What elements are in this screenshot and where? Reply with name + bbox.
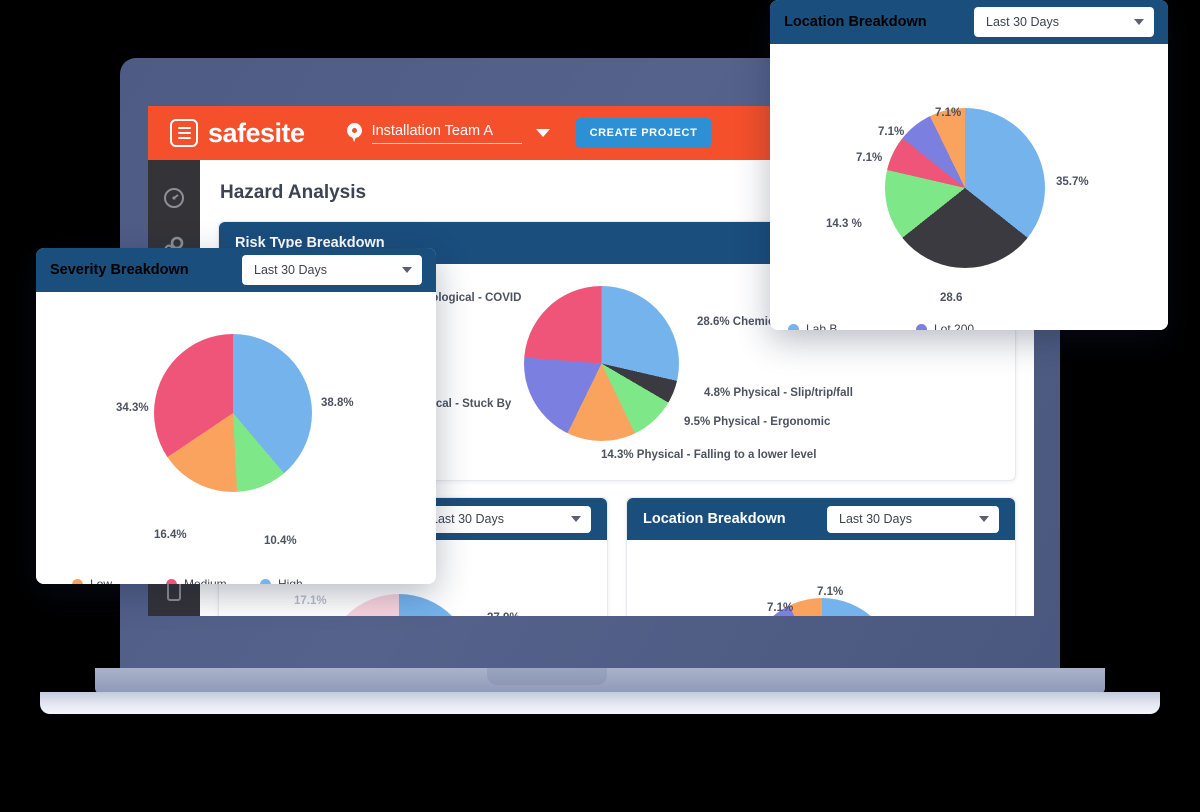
risk-label-slip: 4.8% Physical - Slip/trip/fall: [704, 387, 853, 399]
chevron-down-icon: [535, 129, 550, 137]
chevron-down-icon: [979, 516, 989, 522]
bottom-right-chart-area: 7.1% 7.1% 7.1%: [627, 540, 1015, 616]
laptop-base: [0, 668, 1200, 716]
bottom-right-card-title: Location Breakdown: [643, 511, 786, 527]
legend-dot-icon: [916, 323, 927, 330]
bottom-left-date-filter-value: Last 30 Days: [431, 512, 504, 526]
severity-breakdown-overlay-card: Severity Breakdown Last 30 Days 38.8% 10…: [36, 248, 436, 584]
severity-overlay-body: 38.8% 10.4% 16.4% 34.3% Low Medium High …: [36, 292, 436, 584]
safesite-logo-icon: [170, 119, 198, 147]
severity-overlay-date-filter-value: Last 30 Days: [254, 263, 327, 277]
location-overlay-date-filter-value: Last 30 Days: [986, 15, 1059, 29]
location-breakdown-overlay-card: Location Breakdown Last 30 Days 35.7% 28…: [770, 0, 1168, 330]
laptop-base-foot: [40, 692, 1160, 714]
legend-dot-icon: [260, 578, 271, 584]
bottom-left-pie: [324, 594, 474, 616]
legend-item-medium[interactable]: Medium: [166, 577, 256, 584]
location-overlay-title: Location Breakdown: [784, 14, 927, 30]
bottom-right-date-filter-value: Last 30 Days: [839, 512, 912, 526]
legend-item-high[interactable]: High: [260, 577, 342, 584]
legend-dot-icon: [72, 578, 83, 584]
legend-label: Medium: [184, 577, 227, 584]
location-label-71-b: 7.1%: [878, 126, 905, 138]
severity-overlay-header: Severity Breakdown Last 30 Days: [36, 248, 436, 292]
legend-label: Low: [90, 577, 113, 584]
severity-overlay-legend: Low Medium High Extreme: [72, 577, 412, 584]
location-overlay-body: 35.7% 28.6 14.3 % 7.1% 7.1% 7.1% Lab B L…: [770, 44, 1168, 330]
legend-item-lot-200[interactable]: Lot 200: [916, 322, 1040, 330]
brand-name: safesite: [208, 117, 305, 148]
legend-item-lab-b[interactable]: Lab B: [788, 322, 912, 330]
risk-label-ergonomic: 9.5% Physical - Ergonomic: [684, 416, 831, 428]
chevron-down-icon: [571, 516, 581, 522]
location-label-143: 14.3 %: [826, 218, 862, 230]
gauge-icon: [164, 188, 184, 208]
create-project-button[interactable]: CREATE PROJECT: [575, 118, 712, 148]
chevron-down-icon: [402, 267, 412, 273]
location-label-357: 35.7%: [1056, 176, 1089, 188]
chevron-down-icon: [1134, 19, 1144, 25]
location-overlay-pie: [885, 108, 1045, 268]
location-label-286: 28.6: [940, 292, 963, 304]
severity-overlay-date-filter[interactable]: Last 30 Days: [242, 255, 422, 285]
location-overlay-header: Location Breakdown Last 30 Days: [770, 0, 1168, 44]
legend-label: Lot 200: [934, 322, 975, 330]
severity-label-343: 34.3%: [116, 402, 149, 414]
bottom-right-card: Location Breakdown Last 30 Days 7.1% 7.1…: [626, 497, 1016, 616]
bottom-left-label-171: 17.1%: [294, 595, 327, 607]
severity-label-164: 16.4%: [154, 529, 187, 541]
page-title: Hazard Analysis: [220, 181, 367, 203]
bottom-right-card-header: Location Breakdown Last 30 Days: [627, 498, 1015, 540]
legend-label: High: [278, 577, 303, 584]
project-selector-value: Installation Team A: [371, 123, 522, 144]
bottom-right-label-b: 7.1%: [767, 602, 794, 614]
legend-dot-icon: [788, 323, 799, 330]
bottom-right-date-filter[interactable]: Last 30 Days: [827, 505, 999, 533]
bottom-right-label-a: 7.1%: [817, 586, 844, 598]
location-label-71-c: 7.1%: [935, 107, 962, 119]
severity-label-104: 10.4%: [264, 535, 297, 547]
laptop-base-notch: [487, 668, 607, 685]
severity-label-388: 38.8%: [321, 397, 354, 409]
legend-dot-icon: [166, 578, 177, 584]
risk-type-pie: [524, 286, 679, 441]
location-label-71-a: 7.1%: [856, 152, 883, 164]
sidebar-item-dashboard[interactable]: [148, 174, 200, 222]
location-overlay-date-filter[interactable]: Last 30 Days: [974, 7, 1154, 37]
sidebar-item-company[interactable]: [148, 614, 200, 616]
severity-overlay-title: Severity Breakdown: [50, 262, 189, 278]
bottom-left-date-filter[interactable]: Last 30 Days: [419, 505, 591, 533]
legend-label: Lab B: [806, 322, 838, 330]
legend-item-low[interactable]: Low: [72, 577, 162, 584]
project-selector[interactable]: Installation Team A: [346, 123, 550, 144]
severity-overlay-pie: [154, 334, 312, 492]
location-overlay-legend: Lab B Lot 200 Area A Living Room Loading…: [788, 322, 1150, 330]
location-pin-icon: [346, 123, 362, 143]
risk-label-falling: 14.3% Physical - Falling to a lower leve…: [601, 449, 817, 461]
bottom-left-label-279: 27.9%: [487, 612, 520, 616]
